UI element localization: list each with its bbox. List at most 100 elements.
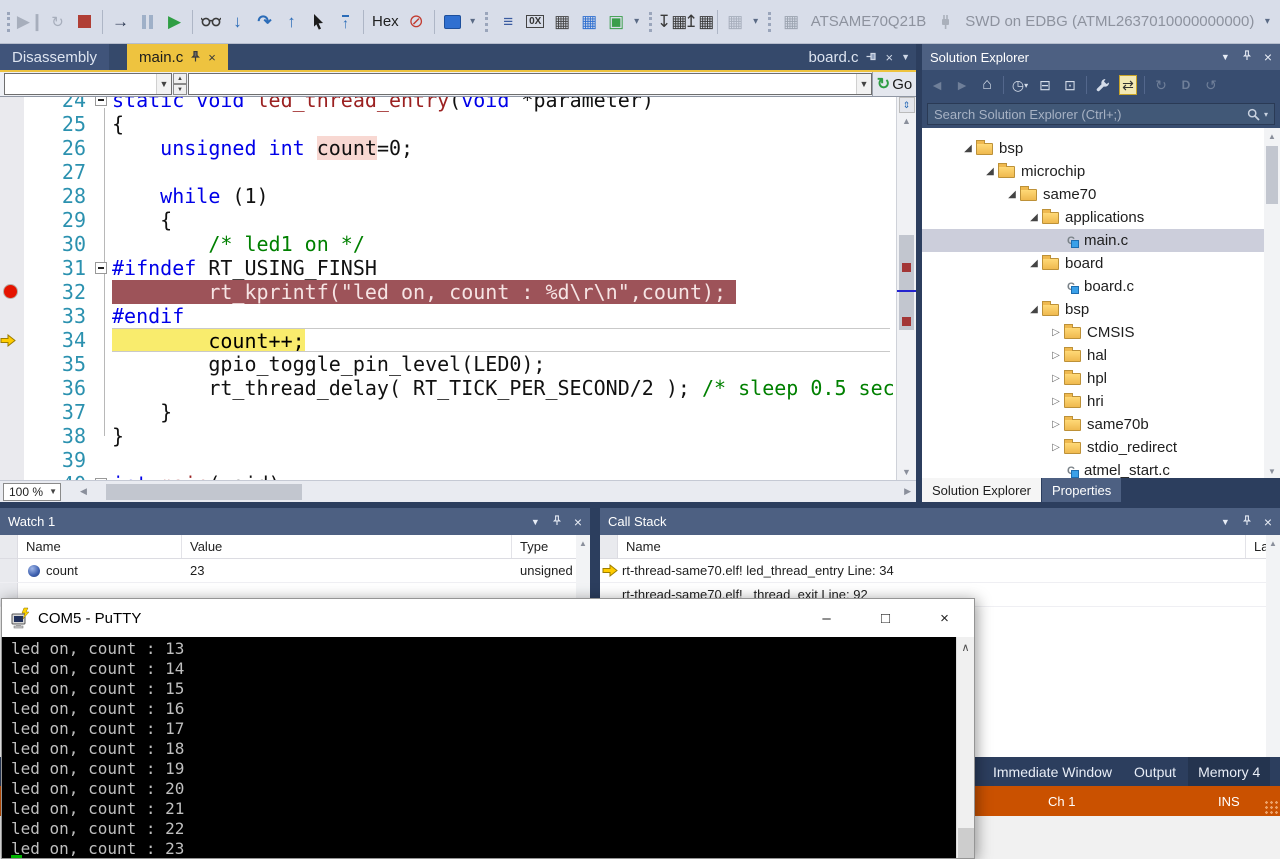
code-line[interactable]: 37 } — [0, 400, 896, 424]
close-icon[interactable]: × — [574, 514, 582, 530]
tree-item-board[interactable]: ◢board — [922, 252, 1264, 275]
memory-view-button[interactable]: ▦ — [576, 8, 603, 36]
toolbar-gripper[interactable] — [485, 12, 490, 32]
code-line[interactable]: 40int main(void) — [0, 472, 896, 480]
tree-item-cmsis[interactable]: ▷CMSIS — [922, 321, 1264, 344]
code-line[interactable]: 39 — [0, 448, 896, 472]
collapse-all-button[interactable]: ⊟ — [1036, 75, 1054, 95]
tree-item-hpl[interactable]: ▷hpl — [922, 367, 1264, 390]
set-next-statement-button[interactable]: ↑ — [332, 8, 359, 36]
tree-item-same70b[interactable]: ▷same70b — [922, 413, 1264, 436]
call-stack-scrollbar[interactable]: ▲ — [1266, 535, 1280, 757]
code-line[interactable]: 34 count++; — [0, 328, 896, 352]
expanded-arrow-icon[interactable]: ◢ — [982, 166, 998, 177]
tab-properties[interactable]: Properties — [1042, 478, 1121, 502]
chevron-down-icon[interactable]: ▾ — [1264, 110, 1268, 119]
terminal-scrollbar[interactable]: ∧ — [956, 637, 974, 858]
scroll-left-icon[interactable]: ◀ — [75, 486, 92, 497]
tree-item-atmel-start-c[interactable]: Catmel_start.c — [922, 459, 1264, 478]
chevron-down-icon[interactable]: ▼ — [901, 52, 910, 62]
tree-scrollbar[interactable]: ▲ ▼ — [1264, 128, 1280, 478]
chevron-down-icon[interactable]: ▾ — [1260, 16, 1274, 27]
preview-selected-button[interactable]: ↺ — [1202, 75, 1220, 95]
collapsed-arrow-icon[interactable]: ▷ — [1048, 442, 1064, 453]
start-debug-break-button[interactable]: → — [107, 8, 134, 36]
scrollbar-thumb[interactable] — [958, 828, 974, 858]
pin-icon[interactable] — [190, 51, 201, 64]
go-button[interactable]: ↻Go — [872, 72, 916, 96]
search-input[interactable]: Search Solution Explorer (Ctrl+;) ▾ — [927, 103, 1275, 125]
properties-wrench-button[interactable] — [1094, 75, 1112, 95]
column-header-value[interactable]: Value — [182, 535, 512, 558]
view-code-button[interactable]: D — [1177, 75, 1195, 95]
continue-button[interactable]: ▶ — [161, 8, 188, 36]
device-pack-manager-button[interactable]: ▣ — [603, 8, 630, 36]
processor-status-button[interactable]: ▦ — [549, 8, 576, 36]
scrollbar-thumb[interactable] — [899, 235, 914, 330]
home-button[interactable]: ⌂ — [978, 75, 996, 95]
expanded-arrow-icon[interactable]: ◢ — [1026, 304, 1042, 315]
search-icon[interactable] — [1247, 108, 1260, 121]
scroll-down-icon[interactable]: ▼ — [897, 464, 916, 480]
code-line[interactable]: 28 while (1) — [0, 184, 896, 208]
tree-item-stdio-redirect[interactable]: ▷stdio_redirect — [922, 436, 1264, 459]
code-line[interactable]: 35 gpio_toggle_pin_level(LED0); — [0, 352, 896, 376]
collapsed-arrow-icon[interactable]: ▷ — [1048, 419, 1064, 430]
solution-tree[interactable]: ◢bsp◢microchip◢same70◢applicationsCmain.… — [922, 128, 1280, 478]
collapsed-arrow-icon[interactable]: ▷ — [1048, 327, 1064, 338]
step-out-button[interactable]: ↑ — [278, 8, 305, 36]
tree-item-bsp[interactable]: ◢bsp — [922, 298, 1264, 321]
member-dropdown[interactable]: ▼ — [188, 73, 872, 95]
window-position-icon[interactable]: ▼ — [531, 517, 540, 527]
io-view-button[interactable]: ≡ — [495, 8, 522, 36]
column-header-name[interactable]: Name — [618, 535, 1246, 558]
tree-item-hal[interactable]: ▷hal — [922, 344, 1264, 367]
code-line[interactable]: 33#endif — [0, 304, 896, 328]
show-all-files-button[interactable]: ⊡ — [1061, 75, 1079, 95]
split-editor-handle[interactable]: ⇕ — [899, 97, 915, 113]
fold-collapse-icon[interactable] — [95, 262, 107, 274]
code-line[interactable]: 31#ifndef RT_USING_FINSH — [0, 256, 896, 280]
maximize-button[interactable]: □ — [856, 599, 915, 637]
collapsed-arrow-icon[interactable]: ▷ — [1048, 396, 1064, 407]
code-line[interactable]: 25{ — [0, 112, 896, 136]
toolbar-gripper[interactable] — [7, 12, 12, 32]
read-device-button[interactable]: ↥▦ — [686, 8, 713, 36]
program-device-button[interactable]: ↧▦ — [659, 8, 686, 36]
editor-vertical-scrollbar[interactable]: ⇕ ▲ ▼ — [896, 72, 916, 480]
debug-interface-label[interactable]: SWD on EDBG (ATML2637010000000000) — [959, 13, 1260, 30]
code-line[interactable]: 36 rt_thread_delay( RT_TICK_PER_SECOND/2… — [0, 376, 896, 400]
disable-breakpoints-button[interactable]: ⊘ — [403, 8, 430, 36]
pin-icon[interactable] — [1242, 515, 1252, 529]
code-line[interactable]: 27 — [0, 160, 896, 184]
watch-value[interactable]: 23 — [182, 559, 512, 582]
window-position-icon[interactable]: ▼ — [1221, 517, 1230, 527]
sync-with-active-document-button[interactable]: ⇄ — [1119, 75, 1137, 95]
tab-main-c[interactable]: main.c × — [127, 44, 228, 70]
hex-toggle-button[interactable]: Hex — [368, 8, 403, 36]
tab-solution-explorer[interactable]: Solution Explorer — [922, 478, 1041, 502]
scroll-right-icon[interactable]: ▶ — [899, 486, 916, 497]
tab-disassembly[interactable]: Disassembly — [0, 44, 109, 70]
toolbar-gripper[interactable] — [649, 12, 654, 32]
collapsed-arrow-icon[interactable]: ▷ — [1048, 350, 1064, 361]
expanded-arrow-icon[interactable]: ◢ — [1004, 189, 1020, 200]
scroll-up-icon[interactable]: ∧ — [957, 637, 974, 654]
close-icon[interactable]: × — [885, 50, 893, 65]
call-stack-frame[interactable]: rt-thread-same70.elf! led_thread_entry L… — [600, 559, 1280, 583]
run-to-cursor-button[interactable] — [305, 8, 332, 36]
erase-device-button[interactable]: ▦ — [722, 8, 749, 36]
close-icon[interactable]: × — [1264, 514, 1272, 530]
expanded-arrow-icon[interactable]: ◢ — [1026, 258, 1042, 269]
minimize-button[interactable]: – — [797, 599, 856, 637]
pin-icon[interactable] — [1242, 50, 1252, 64]
step-over-button[interactable]: ↷ — [251, 8, 278, 36]
expanded-arrow-icon[interactable]: ◢ — [960, 143, 976, 154]
expanded-arrow-icon[interactable]: ◢ — [1026, 212, 1042, 223]
scroll-up-icon[interactable]: ▲ — [1264, 128, 1280, 141]
pin-icon[interactable] — [866, 50, 877, 65]
quickwatch-button[interactable] — [197, 8, 224, 36]
tab-output[interactable]: Output — [1124, 757, 1186, 786]
scroll-down-icon[interactable]: ▼ — [1264, 467, 1280, 476]
column-header-name[interactable]: Name — [18, 535, 182, 558]
